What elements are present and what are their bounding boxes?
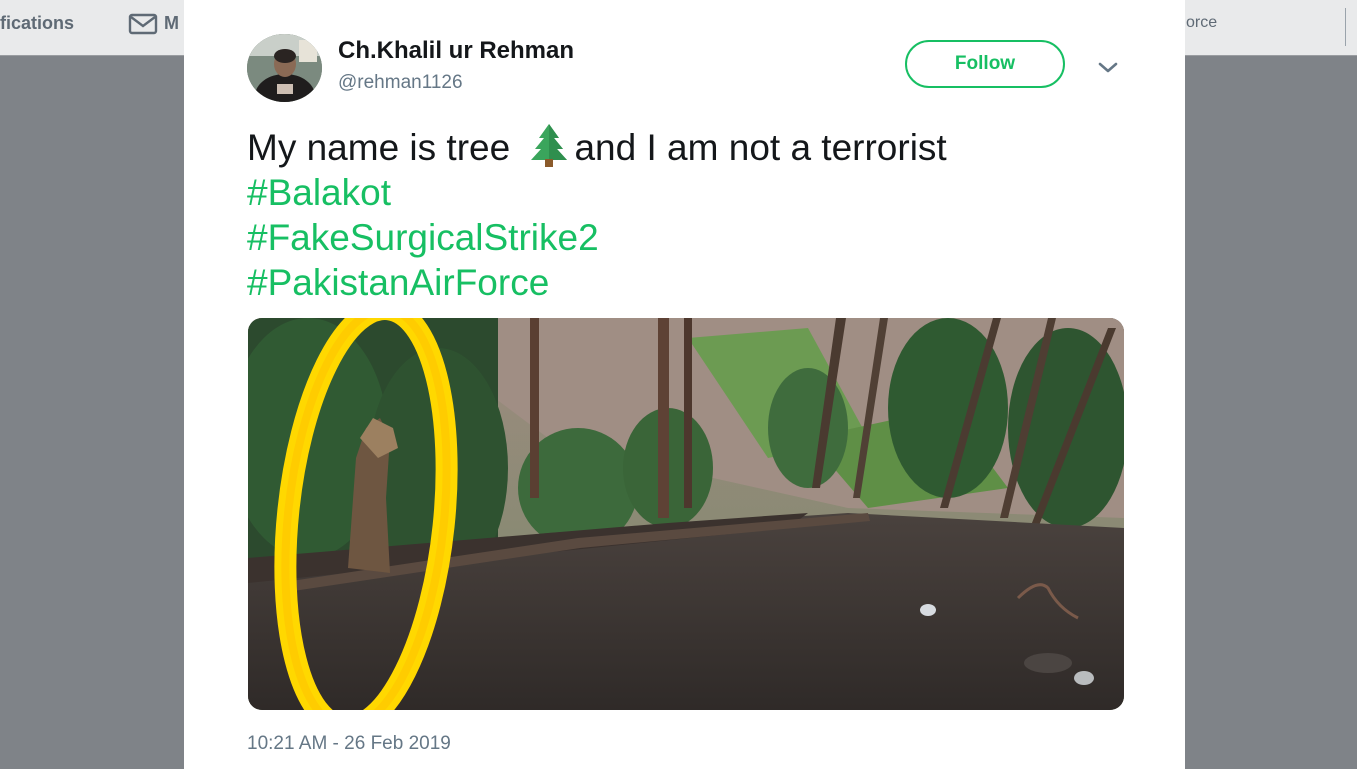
nav-right-fragment: orce: [1186, 14, 1218, 31]
tweet-card: Ch.Khalil ur Rehman @rehman1126 Follow M…: [184, 0, 1185, 769]
tweet-text: My name is tree and I am not a terrorist…: [247, 122, 1147, 305]
tweet-photo[interactable]: [248, 318, 1124, 710]
avatar[interactable]: [247, 34, 322, 102]
tweet-text-part-1: My name is tree: [247, 127, 521, 168]
nav-divider: [1345, 8, 1346, 46]
display-name[interactable]: Ch.Khalil ur Rehman: [338, 37, 574, 65]
user-handle[interactable]: @rehman1126: [338, 72, 463, 94]
chevron-down-icon[interactable]: [1096, 56, 1120, 80]
tweet-text-part-2: and I am not a terrorist: [574, 127, 947, 168]
nav-notifications[interactable]: fications: [0, 13, 74, 34]
follow-button[interactable]: Follow: [905, 40, 1065, 88]
nav-messages[interactable]: M: [164, 13, 179, 34]
mail-icon[interactable]: [128, 13, 158, 35]
hashtag-link-balakot[interactable]: #Balakot: [247, 170, 1147, 215]
tweet-timestamp[interactable]: 10:21 AM - 26 Feb 2019: [247, 733, 451, 755]
hashtag-link-fakesurgicalstrike2[interactable]: #FakeSurgicalStrike2: [247, 215, 1147, 260]
hashtag-link-pakistanairforce[interactable]: #PakistanAirForce: [247, 260, 1147, 305]
evergreen-tree-icon: [526, 122, 572, 168]
